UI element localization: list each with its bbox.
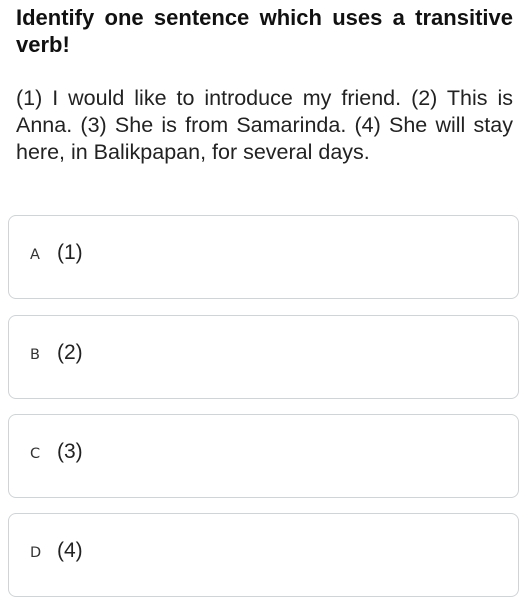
option-text: (1) [57, 241, 83, 264]
option-letter: D [30, 545, 42, 561]
question-passage: (1) I would like to introduce my friend.… [16, 86, 513, 164]
option-letter: B [30, 347, 40, 363]
option-letter: C [30, 446, 41, 462]
option-b[interactable]: B (2) [8, 315, 519, 399]
option-letter: A [30, 247, 40, 263]
option-text: (2) [57, 341, 83, 364]
option-text: (3) [57, 440, 83, 463]
option-a[interactable]: A (1) [8, 215, 519, 299]
option-c[interactable]: C (3) [8, 414, 519, 498]
option-d[interactable]: D (4) [8, 513, 519, 597]
question-prompt: Identify one sentence which uses a trans… [16, 5, 513, 57]
option-text: (4) [57, 539, 83, 562]
